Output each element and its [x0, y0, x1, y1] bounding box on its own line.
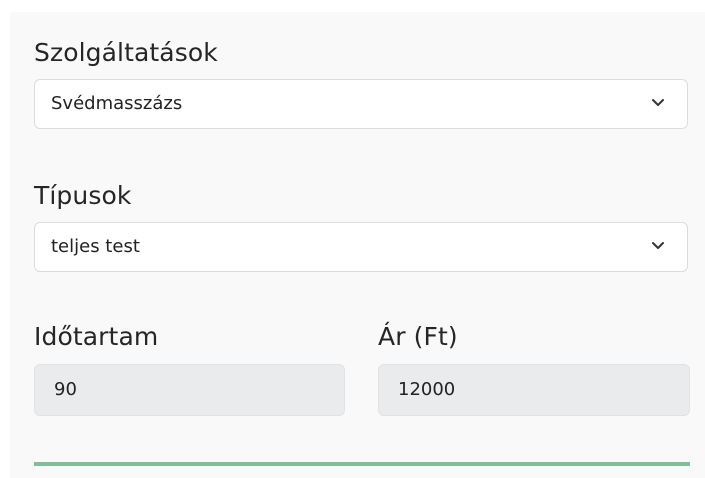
types-label: Típusok — [34, 181, 132, 210]
price-value: 12000 — [398, 379, 456, 400]
chevron-down-icon — [652, 99, 664, 106]
duration-value: 90 — [54, 379, 77, 400]
services-selected-value: Svédmasszázs — [51, 93, 183, 114]
section-divider — [34, 462, 690, 466]
chevron-down-icon — [652, 242, 664, 249]
price-field: 12000 — [378, 364, 690, 416]
duration-field: 90 — [34, 364, 345, 416]
services-select[interactable]: Svédmasszázs — [34, 79, 688, 129]
price-label: Ár (Ft) — [378, 322, 458, 351]
duration-label: Időtartam — [34, 322, 159, 351]
types-selected-value: teljes test — [51, 236, 140, 257]
types-select[interactable]: teljes test — [34, 222, 688, 272]
services-label: Szolgáltatások — [34, 38, 218, 67]
